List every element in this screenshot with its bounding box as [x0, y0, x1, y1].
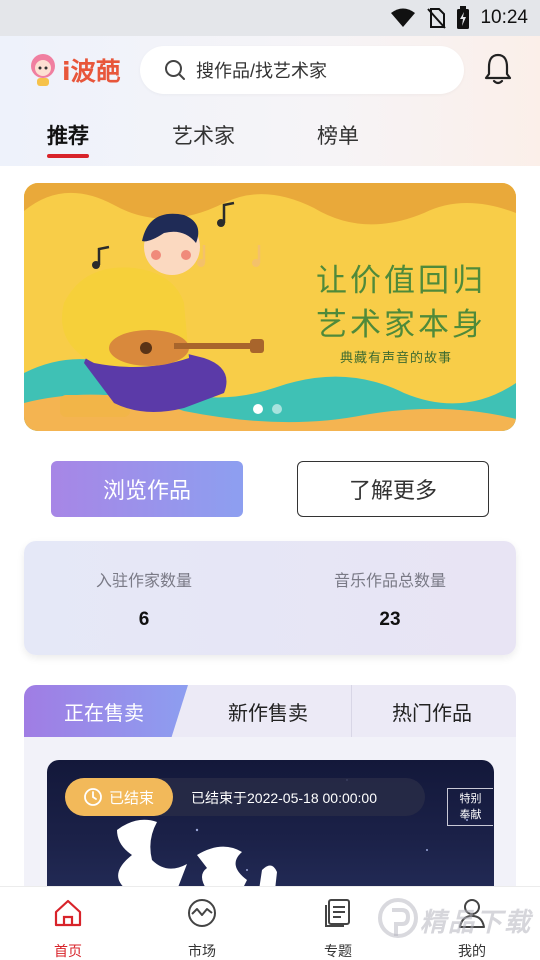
nav-label: 首页	[54, 943, 82, 959]
carousel-dot-1[interactable]	[253, 404, 263, 414]
header: i波葩 搜作品/找艺术家 推荐 艺术家 榜单	[0, 36, 540, 166]
nav-label: 我的	[458, 943, 486, 959]
status-label: 已结束	[109, 789, 155, 807]
stats-card: 入驻作家数量 6 音乐作品总数量 23	[24, 541, 516, 655]
work-card[interactable]: 已结束 已结束于2022-05-18 00:00:00 特别 奉献	[47, 760, 494, 890]
tab-artists[interactable]: 艺术家	[172, 120, 235, 150]
stat-label: 入驻作家数量	[95, 573, 192, 590]
carousel-dot-2[interactable]	[272, 404, 282, 414]
status-badge: 已结束	[65, 778, 173, 816]
market-icon	[188, 899, 216, 927]
tab-hot-works[interactable]: 热门作品	[392, 697, 472, 726]
banner-title-line1: 让价值回归	[316, 263, 486, 299]
nav-topics[interactable]: 专题	[288, 887, 388, 960]
stat-value: 6	[138, 609, 150, 630]
tab-recommended[interactable]: 推荐	[47, 120, 89, 150]
bottom-nav: 首页 市场 专题 我的	[0, 886, 540, 960]
banner-title: 让价值回归 艺术家本身	[316, 259, 496, 347]
special-tag: 特别 奉献	[447, 788, 493, 826]
home-icon	[54, 899, 82, 927]
browse-works-button[interactable]: 浏览作品	[51, 461, 243, 517]
search-placeholder: 搜作品/找艺术家	[196, 61, 328, 81]
no-sim-icon	[427, 8, 447, 29]
learn-more-button[interactable]: 了解更多	[297, 461, 489, 517]
special-tag-line2: 奉献	[459, 809, 482, 821]
logo-text: i波葩	[62, 57, 121, 86]
search-bar[interactable]: 搜作品/找艺术家	[140, 46, 464, 94]
nav-market[interactable]: 市场	[152, 887, 252, 960]
tab-new-sale[interactable]: 新作售卖	[228, 697, 308, 726]
app-logo[interactable]: i波葩	[28, 50, 128, 90]
tab-on-sale[interactable]: 正在售卖	[64, 697, 144, 726]
tab-rankings[interactable]: 榜单	[317, 120, 359, 150]
clock-icon	[84, 788, 102, 806]
active-tab-indicator	[47, 154, 89, 158]
nav-home[interactable]: 首页	[18, 887, 118, 960]
sale-tabs: 正在售卖 新作售卖 热门作品	[24, 685, 516, 737]
top-tabs: 推荐 艺术家 榜单	[0, 116, 540, 164]
promo-banner[interactable]: 让价值回归 艺术家本身 典藏有声音的故事	[24, 183, 516, 431]
stat-label: 音乐作品总数量	[333, 573, 446, 590]
special-tag-line1: 特别	[459, 793, 482, 805]
mascot-icon	[31, 54, 55, 86]
status-bar: 10:24	[0, 0, 540, 36]
nav-profile[interactable]: 我的	[422, 887, 522, 960]
clock: 10:24	[480, 7, 528, 28]
banner-title-line2: 艺术家本身	[316, 307, 486, 343]
nav-label: 专题	[324, 943, 352, 959]
wifi-icon	[391, 8, 416, 27]
stat-value: 23	[379, 609, 401, 630]
nav-label: 市场	[188, 943, 216, 959]
ended-time: 已结束于2022-05-18 00:00:00	[191, 790, 377, 806]
carousel-dots	[253, 404, 282, 414]
topics-icon	[325, 899, 350, 927]
profile-icon	[459, 899, 485, 928]
battery-charging-icon	[457, 6, 470, 29]
divider	[351, 685, 352, 737]
banner-subtitle: 典藏有声音的故事	[340, 351, 453, 366]
search-icon	[165, 60, 185, 80]
bell-icon[interactable]	[482, 52, 514, 86]
ended-info-chip: 已结束 已结束于2022-05-18 00:00:00	[65, 778, 425, 816]
stat-music-works: 音乐作品总数量 23	[290, 567, 490, 631]
stat-artists: 入驻作家数量 6	[44, 567, 244, 631]
